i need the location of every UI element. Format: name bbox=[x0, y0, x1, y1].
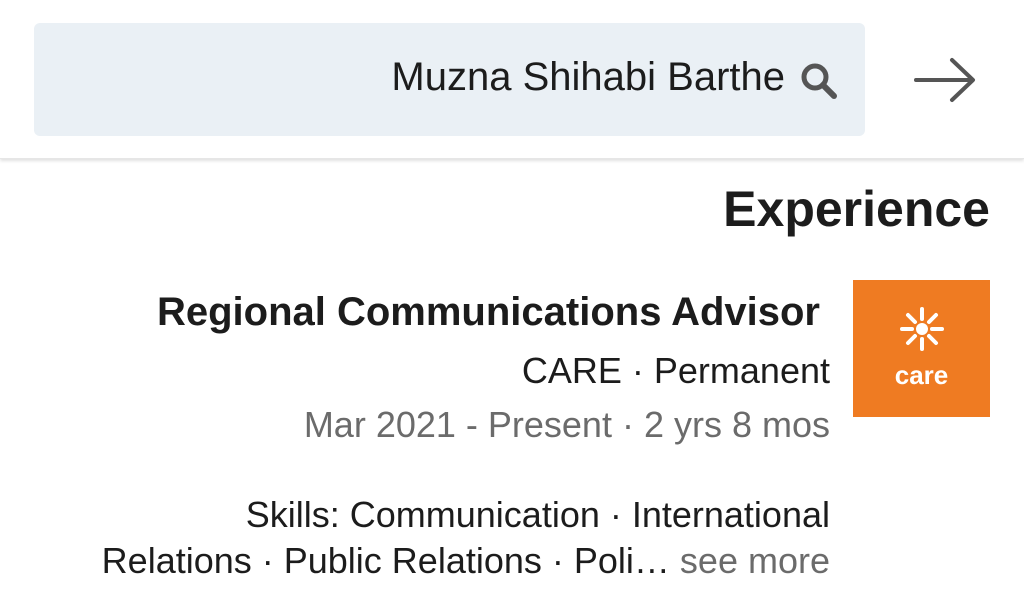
employment-dates: Mar 2021 - Present · 2 yrs 8 mos bbox=[303, 404, 830, 445]
arrow-right-icon[interactable] bbox=[912, 55, 978, 105]
search-value: Muzna Shihabi Barthe bbox=[391, 55, 785, 99]
section-title-experience: Experience bbox=[723, 181, 990, 237]
skills-line-1: Skills: Communication · International bbox=[245, 494, 830, 535]
skills-line-2: Relations · Public Relations · Poli… see… bbox=[40, 538, 830, 584]
care-emblem-icon bbox=[900, 307, 944, 351]
search-icon[interactable] bbox=[799, 61, 839, 101]
company-logo[interactable]: care bbox=[853, 280, 990, 417]
skills-summary: Skills: Communication · International Re… bbox=[40, 492, 830, 584]
search-header: Muzna Shihabi Barthe bbox=[0, 0, 1024, 159]
see-more-link[interactable]: see more bbox=[680, 540, 830, 581]
skills-line-2-text: Relations · Public Relations · Poli… bbox=[101, 540, 670, 581]
job-title[interactable]: Regional Communications Advisor bbox=[157, 290, 820, 335]
search-input[interactable]: Muzna Shihabi Barthe bbox=[34, 23, 865, 136]
logo-wordmark: care bbox=[894, 360, 949, 390]
company-employment-type: CARE · Permanent bbox=[521, 350, 830, 391]
profile-page: Muzna Shihabi Barthe Experience care Reg… bbox=[0, 0, 1024, 593]
